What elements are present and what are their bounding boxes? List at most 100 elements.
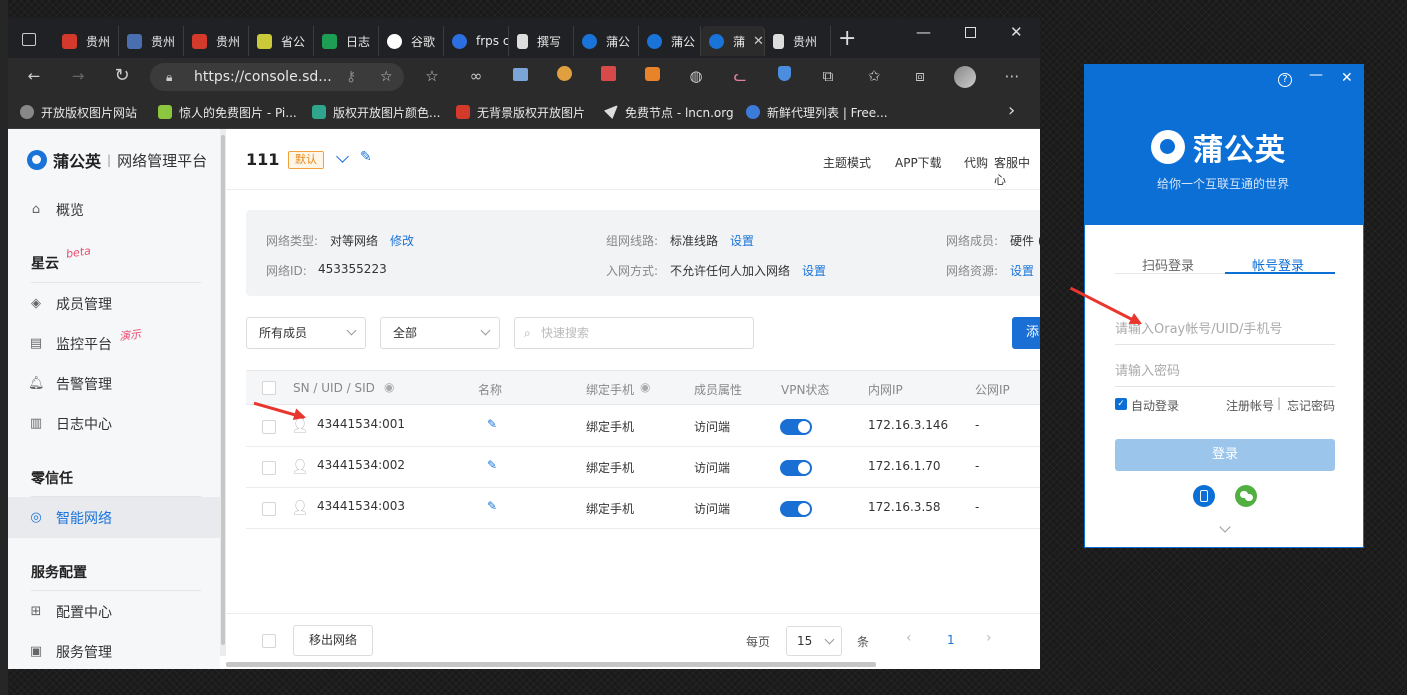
new-tab-button[interactable]: + xyxy=(838,26,856,51)
minimize-icon[interactable]: — xyxy=(916,23,931,41)
join-mode-setting-link[interactable]: 设置 xyxy=(802,262,826,279)
profile-avatar-icon[interactable] xyxy=(954,66,976,88)
maximize-icon[interactable] xyxy=(965,27,976,38)
favorite-item[interactable]: 新鲜代理列表 | Free... xyxy=(746,95,888,129)
help-icon[interactable]: ? xyxy=(1278,73,1292,87)
vpn-toggle[interactable] xyxy=(780,460,812,476)
row-checkbox[interactable] xyxy=(262,502,276,516)
page-number[interactable]: 1 xyxy=(947,633,955,647)
purchase-link[interactable]: 代购 xyxy=(964,154,988,171)
wechat-login-icon[interactable] xyxy=(1235,485,1257,507)
search-input[interactable]: ⌕ 快速搜索 xyxy=(514,317,754,349)
vpn-toggle[interactable] xyxy=(780,501,812,517)
bind-phone-link[interactable]: 绑定手机 xyxy=(586,500,634,517)
sidebar-item-smart-network[interactable]: ◎ 智能网络 xyxy=(28,506,112,530)
favorites-more-icon[interactable]: › xyxy=(1008,100,1015,121)
sidebar-item-overview[interactable]: ⌂ 概览 xyxy=(28,198,84,222)
add-favorite-icon[interactable]: ☆ xyxy=(380,63,393,91)
password-input[interactable]: 请输入密码 xyxy=(1115,357,1335,387)
favorite-item[interactable]: 惊人的免费图片 - Pi... xyxy=(158,95,297,129)
sidebar-logo[interactable]: 蒲公英 | 网络管理平台 xyxy=(27,148,207,172)
footer-select-all-checkbox[interactable] xyxy=(262,634,276,648)
prev-page-icon[interactable]: ‹ xyxy=(906,630,912,646)
bind-phone-link[interactable]: 绑定手机 xyxy=(586,459,634,476)
sidebar-scroll-thumb[interactable] xyxy=(221,135,225,645)
chevron-down-icon[interactable] xyxy=(336,150,349,163)
browser-tab[interactable]: 贵州 xyxy=(184,26,249,56)
member-filter-select[interactable]: 所有成员 xyxy=(246,317,366,349)
browser-tab[interactable]: 蒲公 xyxy=(574,26,639,56)
sidebar-item-logs[interactable]: ▥ 日志中心 xyxy=(28,412,112,436)
favorite-item[interactable]: 免费节点 - lncn.org xyxy=(604,95,734,129)
register-link[interactable]: 注册帐号 xyxy=(1226,397,1274,414)
vpn-toggle[interactable] xyxy=(780,419,812,435)
sidebar-item-members[interactable]: ◈ 成员管理 xyxy=(28,292,112,316)
extension-infinity-icon[interactable]: ∞ xyxy=(466,66,486,86)
resources-setting-link[interactable]: 设置 xyxy=(1010,262,1034,279)
row-checkbox[interactable] xyxy=(262,461,276,475)
extension-shield-icon[interactable] xyxy=(774,66,794,86)
account-input[interactable]: 请输入Oray帐号/UID/手机号 xyxy=(1115,315,1335,345)
browser-tab[interactable]: 省公 xyxy=(249,26,314,56)
route-setting-link[interactable]: 设置 xyxy=(730,232,754,249)
expand-chevron-icon[interactable] xyxy=(1219,521,1231,533)
app-download-link[interactable]: APP下载 xyxy=(895,154,942,171)
more-menu-icon[interactable]: ⋯ xyxy=(1002,66,1022,86)
eye-icon[interactable]: ◉ xyxy=(640,380,650,394)
eye-icon[interactable]: ◉ xyxy=(384,380,394,394)
edit-name-icon[interactable]: ✎ xyxy=(487,499,497,513)
browser-tab[interactable]: 蒲公 xyxy=(639,26,701,56)
address-bar[interactable]: 🔒︎ https://console.sd... ⚷ ☆ xyxy=(150,63,404,91)
tabs-collection-icon[interactable]: ⧈ xyxy=(910,66,930,86)
browser-tab[interactable]: 贵州 xyxy=(119,26,184,56)
browser-tab[interactable]: 贵州 xyxy=(54,26,119,56)
extension-cat-icon[interactable]: ᓚ xyxy=(730,66,750,86)
extension-face-icon[interactable] xyxy=(554,66,574,86)
select-all-checkbox[interactable] xyxy=(262,381,276,395)
browser-tab[interactable]: 日志 xyxy=(314,26,379,56)
login-button[interactable]: 登录 xyxy=(1115,439,1335,471)
browser-tab-active[interactable]: 蒲 ✕ xyxy=(701,26,765,56)
tab-qr-login[interactable]: 扫码登录 xyxy=(1142,255,1194,274)
favorite-item[interactable]: 无背景版权开放图片 xyxy=(456,95,585,129)
close-window-icon[interactable]: ✕ xyxy=(1010,23,1023,41)
next-page-icon[interactable]: › xyxy=(986,630,992,646)
browser-tab[interactable]: 撰写 xyxy=(509,26,574,56)
collections-icon[interactable]: ✩ xyxy=(864,66,884,86)
sidebar-item-config[interactable]: ⊞ 配置中心 xyxy=(28,600,112,624)
back-icon[interactable]: ← xyxy=(24,66,44,86)
tab-actions-icon[interactable] xyxy=(22,33,36,46)
network-type-edit-link[interactable]: 修改 xyxy=(390,232,414,249)
phone-login-icon[interactable] xyxy=(1193,485,1215,507)
bind-phone-link[interactable]: 绑定手机 xyxy=(586,418,634,435)
remove-from-network-button[interactable]: 移出网络 xyxy=(293,625,373,656)
extensions-puzzle-icon[interactable]: ⧉ xyxy=(818,66,838,86)
sidebar-item-service[interactable]: ▣ 服务管理 xyxy=(28,640,112,664)
edit-name-icon[interactable]: ✎ xyxy=(487,458,497,472)
extension-image-icon[interactable] xyxy=(510,66,530,86)
favorite-item[interactable]: 版权开放图片颜色... xyxy=(312,95,440,129)
support-center-link[interactable]: 客服中心 xyxy=(994,154,1040,188)
close-icon[interactable]: ✕ xyxy=(1341,70,1353,86)
globe-icon[interactable]: ◍ xyxy=(686,66,706,86)
browser-tab[interactable]: 谷歌 xyxy=(379,26,444,56)
sidebar-item-monitor[interactable]: ▤ 监控平台 xyxy=(28,332,112,356)
auto-login-checkbox[interactable]: ✓ xyxy=(1115,398,1127,410)
forgot-password-link[interactable]: 忘记密码 xyxy=(1287,397,1335,414)
add-member-button[interactable]: 添 xyxy=(1012,317,1040,349)
theme-mode-link[interactable]: 主题模式 xyxy=(823,154,871,171)
key-icon[interactable]: ⚷ xyxy=(346,63,356,91)
minimize-icon[interactable]: — xyxy=(1309,67,1323,83)
status-filter-select[interactable]: 全部 xyxy=(380,317,500,349)
sidebar-item-alerts[interactable]: 🔔︎ 告警管理 xyxy=(28,372,112,396)
browser-tab[interactable]: 贵州 xyxy=(765,26,831,56)
favorites-icon[interactable]: ☆ xyxy=(422,66,442,86)
forward-icon[interactable]: → xyxy=(68,66,88,86)
edit-name-icon[interactable]: ✎ xyxy=(487,417,497,431)
edit-pencil-icon[interactable]: ✎ xyxy=(360,149,372,165)
close-tab-icon[interactable]: ✕ xyxy=(753,34,764,49)
per-page-select[interactable]: 15 xyxy=(786,626,842,656)
metamask-icon[interactable] xyxy=(642,66,662,86)
page-horizontal-scrollbar[interactable] xyxy=(226,662,876,667)
browser-tab[interactable]: frps c xyxy=(444,26,509,56)
